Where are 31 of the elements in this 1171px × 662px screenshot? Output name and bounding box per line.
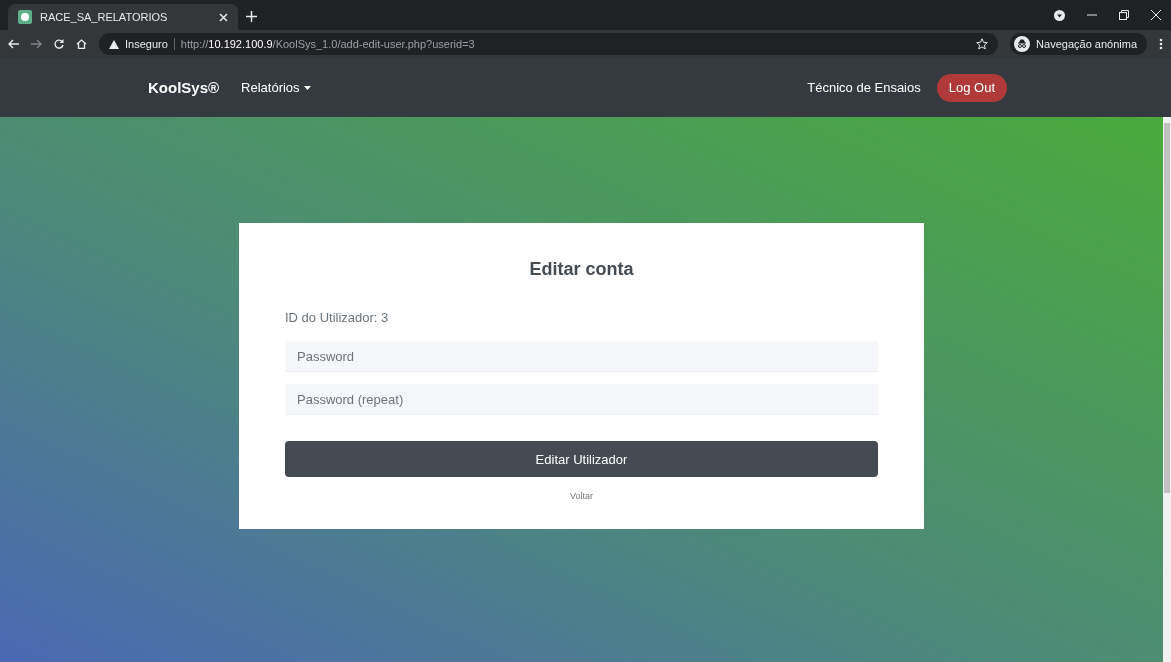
close-icon[interactable]	[1151, 10, 1161, 20]
url-text: http://10.192.100.9/KoolSys_1.0/add-edit-user.php?userid=3	[180, 38, 475, 50]
caret-icon	[303, 85, 311, 90]
logout-button[interactable]: Log Out	[936, 73, 1007, 102]
user-id-label: ID do Utilizador: 3	[285, 310, 390, 325]
plus-icon[interactable]	[246, 11, 257, 22]
restore-icon[interactable]	[1119, 10, 1129, 20]
star-icon[interactable]	[976, 38, 989, 50]
browser-tab[interactable]: RACE_SA_RELATORIOS	[8, 4, 238, 30]
close-icon[interactable]	[219, 12, 228, 22]
password-field[interactable]: Password	[285, 341, 878, 372]
forward-icon[interactable]	[31, 39, 42, 49]
page-icon	[18, 10, 32, 24]
edit-user-button[interactable]: Editar Utilizador	[285, 441, 878, 477]
scrollbar[interactable]	[1163, 117, 1171, 662]
menu-icon[interactable]	[1159, 38, 1163, 50]
reload-icon[interactable]	[54, 39, 64, 49]
warning-icon	[109, 39, 119, 49]
password-field[interactable]: Password (repeat)	[285, 384, 878, 415]
dropdown-icon[interactable]	[1054, 9, 1065, 21]
security-label: Inseguro	[125, 38, 168, 50]
user-name: Técnico de Ensaios	[807, 80, 921, 95]
back-link[interactable]: Voltar	[570, 491, 593, 501]
brand-logo[interactable]: KoolSys®	[148, 79, 220, 96]
back-icon[interactable]	[8, 39, 19, 49]
incognito-icon	[1014, 36, 1031, 52]
card-title: Editar conta	[528, 259, 635, 280]
address-bar[interactable]: Inseguro http://10.192.100.9/KoolSys_1.0/add-edit-user.php?userid=3	[99, 33, 999, 55]
home-icon[interactable]	[76, 39, 87, 49]
reports-menu[interactable]: Relatórios	[241, 80, 311, 95]
incognito-chip[interactable]: Navegação anónima	[1010, 33, 1147, 55]
